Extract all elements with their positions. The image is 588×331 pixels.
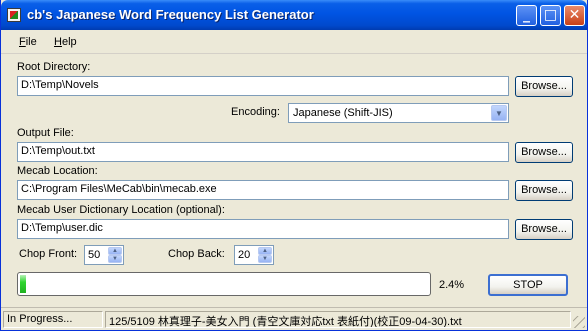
maximize-button[interactable]: □ xyxy=(540,5,561,26)
chop-front-stepper[interactable]: 50 ▲ ▼ xyxy=(84,245,124,265)
mecab-location-browse-button[interactable]: Browse... xyxy=(515,180,573,201)
status-current-file: 125/5109 林真理子-美女入門 (青空文庫対応txt 表紙付)(校正09-… xyxy=(105,311,571,328)
app-icon[interactable] xyxy=(7,8,21,22)
encoding-select[interactable]: Japanese (Shift-JIS) ▼ xyxy=(288,103,509,123)
chevron-down-icon[interactable]: ▼ xyxy=(491,105,507,121)
stop-button[interactable]: STOP xyxy=(488,274,568,296)
progress-block xyxy=(20,275,26,293)
mecab-location-input[interactable]: C:\Program Files\MeCab\bin\mecab.exe xyxy=(17,180,509,200)
root-directory-input[interactable]: D:\Temp\Novels xyxy=(17,76,509,96)
window-title: cb's Japanese Word Frequency List Genera… xyxy=(27,7,314,22)
chop-front-label: Chop Front: xyxy=(19,248,78,260)
chop-front-value[interactable]: 50 xyxy=(88,249,100,261)
chop-back-label: Chop Back: xyxy=(168,248,225,260)
chevron-down-icon[interactable]: ▼ xyxy=(108,255,122,263)
status-state: In Progress... xyxy=(3,311,103,328)
minimize-button[interactable]: _ xyxy=(516,5,537,26)
chevron-up-icon[interactable]: ▲ xyxy=(258,247,272,255)
menu-file[interactable]: File xyxy=(19,36,37,48)
root-directory-browse-button[interactable]: Browse... xyxy=(515,76,573,97)
status-bar: In Progress... 125/5109 林真理子-美女入門 (青空文庫対… xyxy=(1,307,587,330)
encoding-selected-value: Japanese (Shift-JIS) xyxy=(293,107,393,119)
progress-fill xyxy=(20,275,428,293)
mecab-dictionary-input[interactable]: D:\Temp\user.dic xyxy=(17,219,509,239)
chevron-up-icon[interactable]: ▲ xyxy=(108,247,122,255)
mecab-dictionary-label: Mecab User Dictionary Location (optional… xyxy=(17,204,225,216)
output-file-label: Output File: xyxy=(17,127,74,139)
mecab-dictionary-browse-button[interactable]: Browse... xyxy=(515,219,573,240)
title-bar[interactable]: cb's Japanese Word Frequency List Genera… xyxy=(1,0,587,30)
main-window: cb's Japanese Word Frequency List Genera… xyxy=(0,0,588,331)
menu-bar: File Help xyxy=(1,30,587,54)
progress-percent: 2.4% xyxy=(439,279,465,291)
mecab-location-label: Mecab Location: xyxy=(17,165,98,177)
chop-back-value[interactable]: 20 xyxy=(238,249,250,261)
encoding-label: Encoding: xyxy=(231,106,280,118)
output-file-input[interactable]: D:\Temp\out.txt xyxy=(17,142,509,162)
root-directory-label: Root Directory: xyxy=(17,61,91,73)
resize-grip-icon[interactable] xyxy=(573,316,585,328)
close-button[interactable]: ✕ xyxy=(564,5,585,26)
output-file-browse-button[interactable]: Browse... xyxy=(515,142,573,163)
chevron-down-icon[interactable]: ▼ xyxy=(258,255,272,263)
progress-bar xyxy=(17,272,431,296)
chop-back-stepper[interactable]: 20 ▲ ▼ xyxy=(234,245,274,265)
menu-help[interactable]: Help xyxy=(54,36,77,48)
